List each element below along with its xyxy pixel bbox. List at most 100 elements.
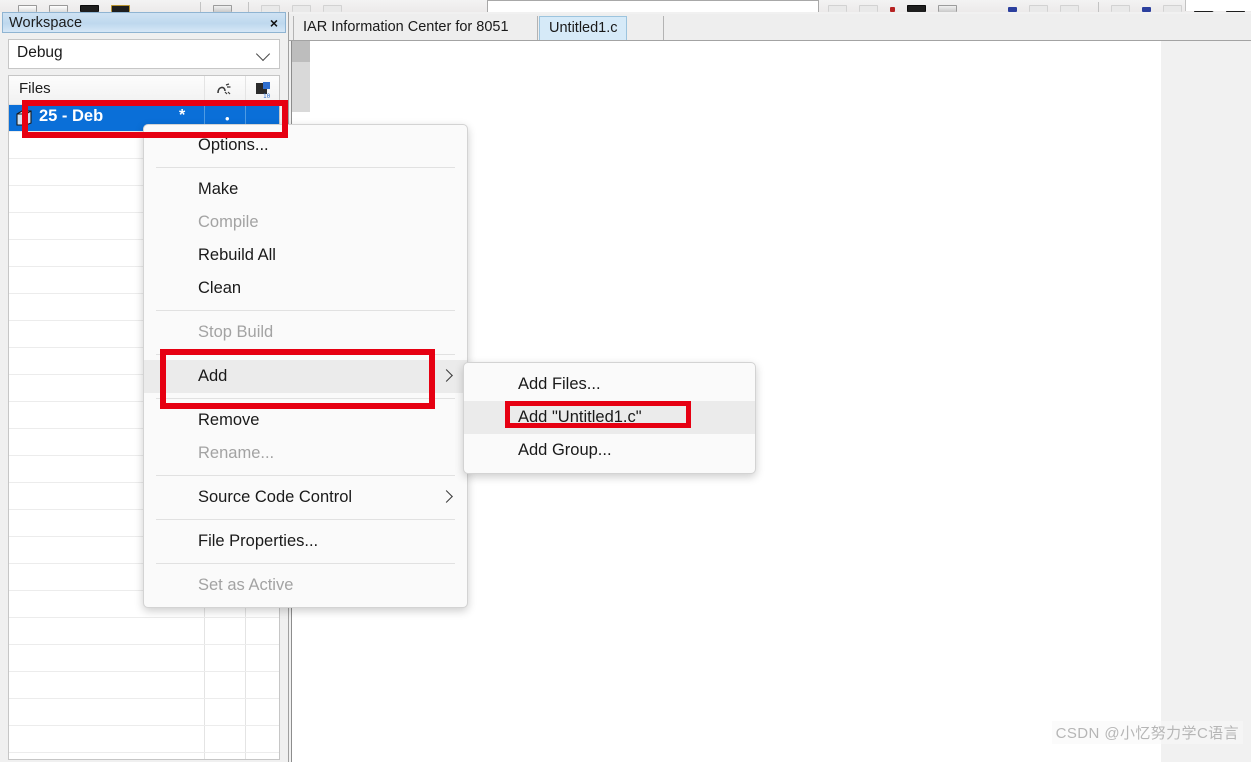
menu-item-label: Source Code Control xyxy=(198,488,353,506)
tree-column-files: Files xyxy=(19,80,51,97)
menu-item-label: Add xyxy=(198,367,228,385)
toolbar-group-build xyxy=(828,0,957,12)
chevron-right-icon xyxy=(440,490,453,503)
menu-separator xyxy=(156,310,455,311)
tree-column-divider xyxy=(245,645,246,671)
menu-item-label: Remove xyxy=(198,411,260,429)
menu-item-make[interactable]: Make xyxy=(144,173,467,206)
tree-row-empty[interactable] xyxy=(9,753,279,759)
menu-item-source-code-control[interactable]: Source Code Control xyxy=(144,481,467,514)
add-submenu[interactable]: Add Files... Add "Untitled1.c" Add Group..… xyxy=(463,362,756,474)
workspace-titlebar[interactable]: Workspace × xyxy=(2,12,286,33)
undo-faint-icon[interactable] xyxy=(828,5,847,12)
menu-item-set-as-active: Set as Active xyxy=(144,569,467,602)
toolbar-separator xyxy=(1098,2,1099,12)
menu-item-rename: Rename... xyxy=(144,437,467,470)
make-icon[interactable] xyxy=(938,5,957,12)
menu-separator xyxy=(156,354,455,355)
menu-separator xyxy=(156,519,455,520)
svg-text:10: 10 xyxy=(263,93,271,99)
menu-separator xyxy=(156,563,455,564)
cut-faint-icon[interactable] xyxy=(261,5,280,12)
editor-right-pane xyxy=(1161,41,1251,762)
configuration-value: Debug xyxy=(17,44,63,61)
tree-column-divider xyxy=(245,618,246,644)
menu-separator xyxy=(156,398,455,399)
menu-item-clean[interactable]: Clean xyxy=(144,272,467,305)
menu-item-label: Clean xyxy=(198,279,242,297)
redo-faint-icon[interactable] xyxy=(859,5,878,12)
menu-item-options[interactable]: Options... xyxy=(144,129,467,162)
tree-row-empty[interactable] xyxy=(9,672,279,699)
close-icon[interactable]: × xyxy=(270,15,278,31)
toolbar-quick-search-input[interactable] xyxy=(487,0,819,12)
save-all-gold-icon[interactable] xyxy=(111,5,130,12)
editor-tab-empty-slot xyxy=(627,16,664,40)
csdn-watermark: CSDN @小忆努力学C语言 xyxy=(1051,721,1243,744)
editor-tab-0[interactable]: IAR Information Center for 8051 xyxy=(293,16,538,40)
menu-item-label: Add Files... xyxy=(518,375,601,393)
submenu-item-add-files[interactable]: Add Files... xyxy=(464,368,755,401)
menu-item-label: File Properties... xyxy=(198,532,319,550)
print-icon[interactable] xyxy=(213,5,232,12)
menu-item-label: Options... xyxy=(198,136,269,154)
tree-column-divider[interactable] xyxy=(245,76,246,104)
menu-item-stop-build: Stop Build xyxy=(144,316,467,349)
tree-column-divider xyxy=(245,726,246,752)
workspace-title: Workspace xyxy=(9,15,83,31)
menu-separator xyxy=(156,475,455,476)
menu-item-label: Compile xyxy=(198,213,259,231)
menu-item-add[interactable]: Add xyxy=(144,360,467,393)
toolbar-group-file xyxy=(18,0,130,12)
paste-faint-icon[interactable] xyxy=(323,5,342,12)
submenu-item-add-untitled1-c[interactable]: Add "Untitled1.c" xyxy=(464,401,755,434)
project-node-label: 25 - Deb xyxy=(39,107,104,125)
menu-item-label: Make xyxy=(198,180,239,198)
editor-tab-1[interactable]: Untitled1.c xyxy=(539,16,627,40)
editor-gutter-active xyxy=(292,41,310,62)
tree-column-divider xyxy=(204,618,205,644)
doc-open-icon[interactable] xyxy=(49,5,68,12)
menu-item-rebuild-all[interactable]: Rebuild All xyxy=(144,239,467,272)
copy-faint-icon[interactable] xyxy=(292,5,311,12)
menu-item-label: Add "Untitled1.c" xyxy=(518,408,642,426)
binary-file-icon: 10 xyxy=(254,81,274,100)
toolbar-group-find xyxy=(1008,0,1079,12)
menu-item-remove[interactable]: Remove xyxy=(144,404,467,437)
tree-column-divider xyxy=(204,645,205,671)
tree-column-divider xyxy=(245,699,246,725)
submenu-item-add-group[interactable]: Add Group... xyxy=(464,434,755,467)
tree-row-empty[interactable] xyxy=(9,618,279,645)
tree-column-divider[interactable] xyxy=(204,76,205,104)
build-dark-icon[interactable] xyxy=(907,5,926,12)
find-prev-faint-icon[interactable] xyxy=(1060,5,1079,12)
toolbar-group-print xyxy=(200,0,232,12)
chevron-down-icon[interactable] xyxy=(257,48,271,62)
connection-icon xyxy=(214,81,234,99)
toolbar-overflow-area xyxy=(1185,0,1251,11)
doc-new-icon[interactable] xyxy=(18,5,37,12)
menu-separator xyxy=(156,167,455,168)
project-context-menu[interactable]: Options... Make Compile Rebuild All Clean Sto… xyxy=(143,124,468,608)
chevron-right-icon xyxy=(440,369,453,382)
menu-item-label: Stop Build xyxy=(198,323,274,341)
tree-row-empty[interactable] xyxy=(9,699,279,726)
tree-row-empty[interactable] xyxy=(9,645,279,672)
stop-faint-icon[interactable] xyxy=(1163,5,1182,12)
editor-tab-label: IAR Information Center for 8051 xyxy=(303,19,509,35)
menu-item-label: Rename... xyxy=(198,444,275,462)
menu-item-label: Rebuild All xyxy=(198,246,276,264)
tree-column-divider xyxy=(245,753,246,759)
editor-gutter xyxy=(292,62,310,112)
find-next-faint-icon[interactable] xyxy=(1029,5,1048,12)
configuration-dropdown[interactable]: Debug xyxy=(8,39,280,69)
tree-column-divider xyxy=(204,753,205,759)
tree-column-header: Files 10 xyxy=(9,76,279,105)
editor-tabstrip: IAR Information Center for 8051 Untitled1… xyxy=(289,14,1251,41)
toolbar-separator xyxy=(248,2,249,12)
save-dark-icon[interactable] xyxy=(80,5,99,12)
menu-item-file-properties[interactable]: File Properties... xyxy=(144,525,467,558)
project-cube-icon xyxy=(16,110,33,126)
tree-row-empty[interactable] xyxy=(9,726,279,753)
debug-faint-icon[interactable] xyxy=(1111,5,1130,12)
